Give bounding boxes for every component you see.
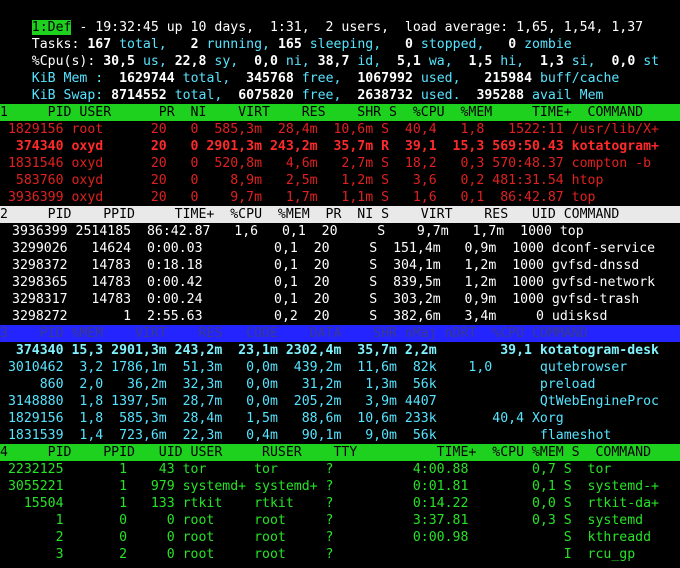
terminal-window[interactable]: 1:Def - 19:32:45 up 10 days, 1:31, 2 use… <box>0 0 680 568</box>
swap-used-label: used. <box>412 88 477 103</box>
summary-mem-line: KiB Mem : 1629744 total, 345768 free, 10… <box>0 53 680 86</box>
swap-used-value: 2638732 <box>357 88 413 103</box>
summary-uptime-line: 1:Def - 19:32:45 up 10 days, 1:31, 2 use… <box>0 2 680 35</box>
swap-avail-label: avail Mem <box>524 88 604 103</box>
panel3-row[interactable]: 1831539 1,4 723,6m 22,3m 0,4m 90,1m 9,0m… <box>0 427 680 444</box>
panel2-row[interactable]: 3298372 14783 0:18.18 0,1 20 S 304,1m 1,… <box>12 257 680 274</box>
panel3-row[interactable]: 374340 15,3 2901,3m 243,2m 23,1m 2302,4m… <box>0 342 680 359</box>
panel1-row[interactable]: 374340 oxyd 20 0 2901,3m 243,2m 35,7m R … <box>0 138 680 155</box>
summary-cpu-line: %Cpu(s): 30,5 us, 22,8 sy, 0,0 ni, 38,7 … <box>0 36 680 69</box>
panel4-column-header[interactable]: 4 PID PPID UID USER RUSER TTY TIME+ %CPU… <box>0 444 680 461</box>
panel4-row[interactable]: 15504 1 133 rtkit rtkit ? 0:14.22 0,0 S … <box>0 495 680 512</box>
panel1-row[interactable]: 1829156 root 20 0 585,3m 28,4m 10,6m S 4… <box>0 121 680 138</box>
panel2-row[interactable]: 3299026 14624 0:00.03 0,1 20 S 151,4m 0,… <box>12 240 680 257</box>
summary-swap-line: KiB Swap: 8714552 total, 6075820 free, 2… <box>0 70 680 103</box>
swap-total-value: 8714552 <box>111 88 167 103</box>
panel2-row[interactable]: 3298365 14783 0:00.42 0,1 20 S 839,5m 1,… <box>12 274 680 291</box>
swap-free-value: 6075820 <box>238 88 294 103</box>
panel3-row[interactable]: 860 2,0 36,2m 32,3m 0,0m 31,2m 1,3m 56k … <box>0 376 680 393</box>
panel1-column-header[interactable]: 1 PID USER PR NI VIRT RES SHR S %CPU %ME… <box>0 104 680 121</box>
panel4-row[interactable]: 3 2 0 root root ? I rcu_gp <box>0 546 680 563</box>
panel2-row[interactable]: 3936399 2514185 86:42.87 1,6 0,1 20 S 9,… <box>12 223 680 240</box>
panel3-row[interactable]: 3148880 1,8 1397,5m 28,7m 0,0m 205,2m 3,… <box>0 393 680 410</box>
panel3-column-header[interactable]: 3 PID %MEM VIRT RES CODE DATA SHR nMaj n… <box>0 325 680 342</box>
panel1-row[interactable]: 583760 oxyd 20 0 8,9m 2,5m 1,2m S 3,6 0,… <box>0 172 680 189</box>
panel1-row[interactable]: 3936399 oxyd 20 0 9,7m 1,7m 1,1m S 1,6 0… <box>0 189 680 206</box>
swap-label: KiB Swap: <box>31 88 112 103</box>
panel2-column-header[interactable]: 2 PID PPID TIME+ %CPU %MEM PR NI S VIRT … <box>0 206 680 223</box>
swap-free-label: free, <box>293 88 358 103</box>
swap-avail-value: 395288 <box>476 88 525 103</box>
swap-total-label: total, <box>166 88 239 103</box>
panel1-row[interactable]: 1831546 oxyd 20 0 520,8m 4,6m 2,7m S 18,… <box>0 155 680 172</box>
panel3-row[interactable]: 3010462 3,2 1786,1m 51,3m 0,0m 439,2m 11… <box>0 359 680 376</box>
panel4-row[interactable]: 2232125 1 43 tor tor ? 4:00.88 0,7 S tor <box>0 461 680 478</box>
panel4-row[interactable]: 1 0 0 root root ? 3:37.81 0,3 S systemd <box>0 512 680 529</box>
summary-tasks-line: Tasks: 167 total, 2 running, 165 sleepin… <box>0 19 680 52</box>
panel3-row[interactable]: 1829156 1,8 585,3m 28,4m 1,5m 88,6m 10,6… <box>0 410 680 427</box>
panel2-row[interactable]: 3298272 1 2:55.63 0,2 20 S 382,6m 3,4m 0… <box>12 308 680 325</box>
panel4-row[interactable]: 3055221 1 979 systemd+ systemd+ ? 0:01.8… <box>0 478 680 495</box>
panel4-row[interactable]: 2 0 0 root root ? 0:00.98 S kthreadd <box>0 529 680 546</box>
panel2-row[interactable]: 3298317 14783 0:00.24 0,1 20 S 303,2m 0,… <box>12 291 680 308</box>
